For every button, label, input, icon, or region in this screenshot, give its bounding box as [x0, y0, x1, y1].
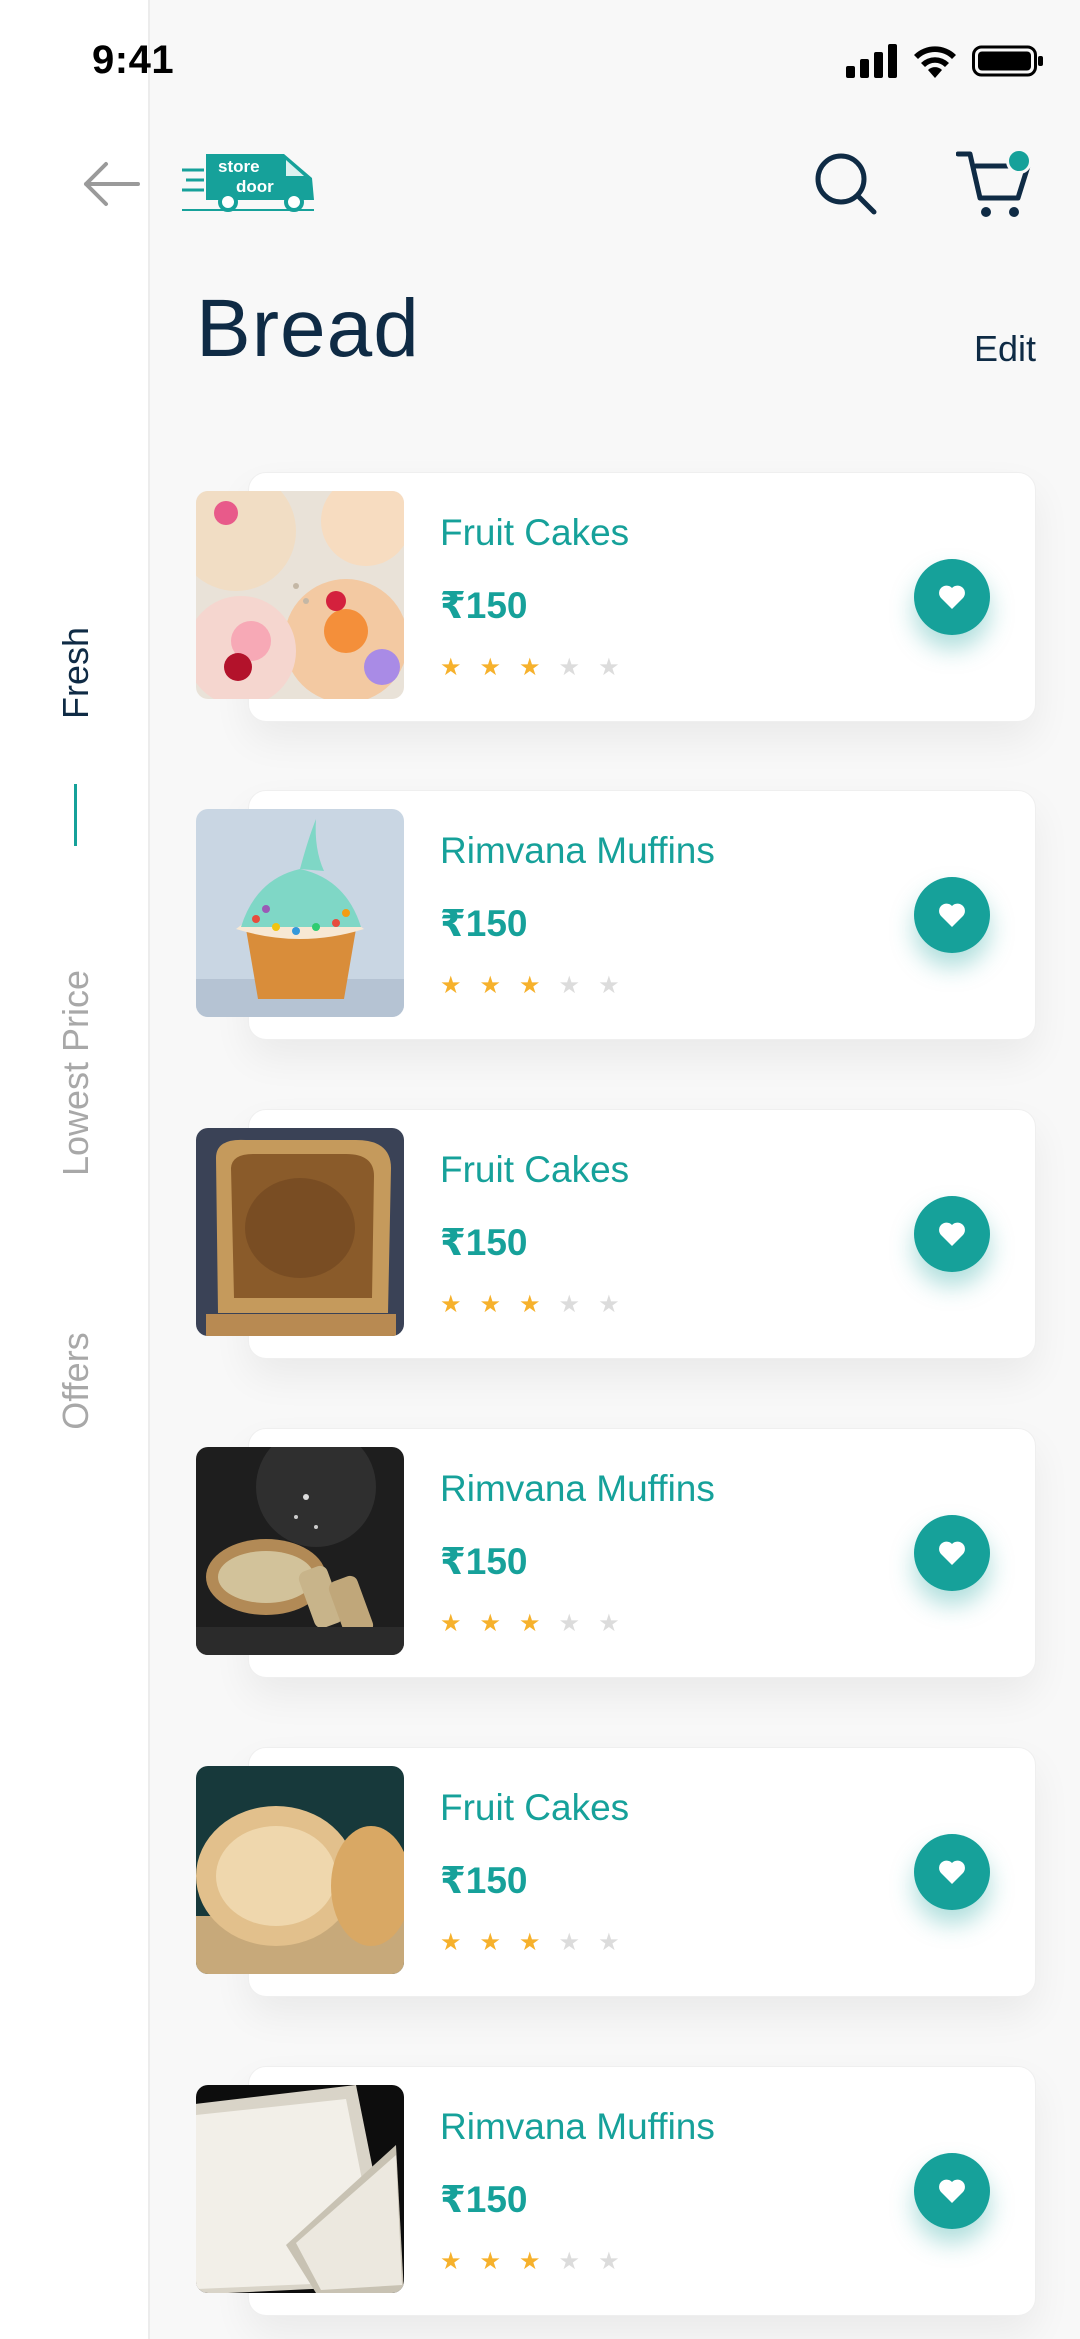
- star-icon: ★: [598, 1610, 620, 1637]
- star-icon: ★: [558, 972, 581, 999]
- star-icon: ★: [519, 1610, 541, 1637]
- heart-icon: [939, 1541, 965, 1565]
- star-icon: ★: [440, 2248, 462, 2275]
- product-image[interactable]: [196, 1447, 404, 1655]
- star-icon: ★: [479, 972, 502, 999]
- product-name: Fruit Cakes: [440, 512, 630, 553]
- heart-icon: [939, 1222, 965, 1246]
- cart-button[interactable]: [955, 146, 1036, 222]
- star-icon: ★: [440, 1291, 462, 1318]
- star-icon: ★: [479, 654, 502, 681]
- favorite-button[interactable]: [914, 1515, 990, 1591]
- star-rating: ★ ★ ★ ★ ★: [440, 1612, 620, 1636]
- star-rating: ★ ★ ★ ★ ★: [440, 1293, 620, 1317]
- favorite-button[interactable]: [914, 559, 990, 635]
- wifi-icon: [914, 46, 956, 78]
- active-tab-indicator: [74, 784, 77, 846]
- star-icon: ★: [598, 2248, 620, 2275]
- favorite-button[interactable]: [914, 877, 990, 953]
- heart-icon: [939, 1860, 965, 1884]
- product-price: ₹150: [440, 2179, 528, 2220]
- star-icon: ★: [479, 1610, 502, 1637]
- star-icon: ★: [479, 1929, 502, 1956]
- heart-icon: [939, 2179, 965, 2203]
- star-rating: ★ ★ ★ ★ ★: [440, 974, 620, 998]
- product-name: Rimvana Muffins: [440, 830, 715, 871]
- star-icon: ★: [598, 972, 620, 999]
- tab-offers[interactable]: Offers: [55, 1332, 97, 1429]
- product-image[interactable]: [196, 491, 404, 699]
- star-icon: ★: [558, 654, 581, 681]
- star-icon: ★: [598, 1291, 620, 1318]
- star-icon: ★: [440, 1610, 462, 1637]
- star-icon: ★: [558, 2248, 581, 2275]
- favorite-button[interactable]: [914, 1834, 990, 1910]
- product-image[interactable]: [196, 2085, 404, 2293]
- logo-text-door: door: [236, 177, 274, 196]
- cellular-signal-icon: [846, 44, 897, 78]
- star-icon: ★: [519, 1929, 541, 1956]
- star-icon: ★: [440, 654, 462, 681]
- star-rating: ★ ★ ★ ★ ★: [440, 2250, 620, 2274]
- star-icon: ★: [440, 972, 462, 999]
- tab-fresh[interactable]: Fresh: [55, 627, 97, 719]
- heart-icon: [939, 903, 965, 927]
- heart-icon: [939, 585, 965, 609]
- back-arrow-icon[interactable]: [80, 158, 142, 210]
- star-icon: ★: [479, 2248, 502, 2275]
- star-icon: ★: [440, 1929, 462, 1956]
- status-time: 9:41: [92, 38, 175, 82]
- product-image[interactable]: [196, 1128, 404, 1336]
- favorite-button[interactable]: [914, 2153, 990, 2229]
- star-icon: ★: [598, 654, 620, 681]
- star-icon: ★: [558, 1610, 581, 1637]
- search-icon[interactable]: [812, 150, 878, 216]
- tab-lowest-price[interactable]: Lowest Price: [55, 970, 97, 1176]
- battery-icon: [972, 45, 1043, 77]
- product-price: ₹150: [440, 1860, 528, 1901]
- favorite-button[interactable]: [914, 1196, 990, 1272]
- edit-button[interactable]: Edit: [974, 328, 1036, 370]
- product-price: ₹150: [440, 585, 528, 626]
- product-name: Fruit Cakes: [440, 1787, 630, 1828]
- page-title: Bread: [196, 283, 420, 374]
- star-icon: ★: [479, 1291, 502, 1318]
- status-bar: 9:41: [0, 0, 1080, 130]
- product-image[interactable]: [196, 1766, 404, 1974]
- product-price: ₹150: [440, 1222, 528, 1263]
- logo-text-store: store: [218, 157, 260, 176]
- product-name: Rimvana Muffins: [440, 2106, 715, 2147]
- star-icon: ★: [558, 1291, 581, 1318]
- product-name: Rimvana Muffins: [440, 1468, 715, 1509]
- product-price: ₹150: [440, 1541, 528, 1582]
- star-icon: ★: [519, 654, 541, 681]
- star-icon: ★: [519, 1291, 541, 1318]
- status-icons: [846, 44, 1044, 78]
- product-price: ₹150: [440, 903, 528, 944]
- star-rating: ★ ★ ★ ★ ★: [440, 1931, 620, 1955]
- cart-notification-dot: [1006, 148, 1032, 174]
- product-name: Fruit Cakes: [440, 1149, 630, 1190]
- star-icon: ★: [598, 1929, 620, 1956]
- star-rating: ★ ★ ★ ★ ★: [440, 656, 620, 680]
- star-icon: ★: [519, 972, 541, 999]
- star-icon: ★: [558, 1929, 581, 1956]
- product-image[interactable]: [196, 809, 404, 1017]
- star-icon: ★: [519, 2248, 541, 2275]
- store-door-logo[interactable]: store door: [182, 148, 322, 214]
